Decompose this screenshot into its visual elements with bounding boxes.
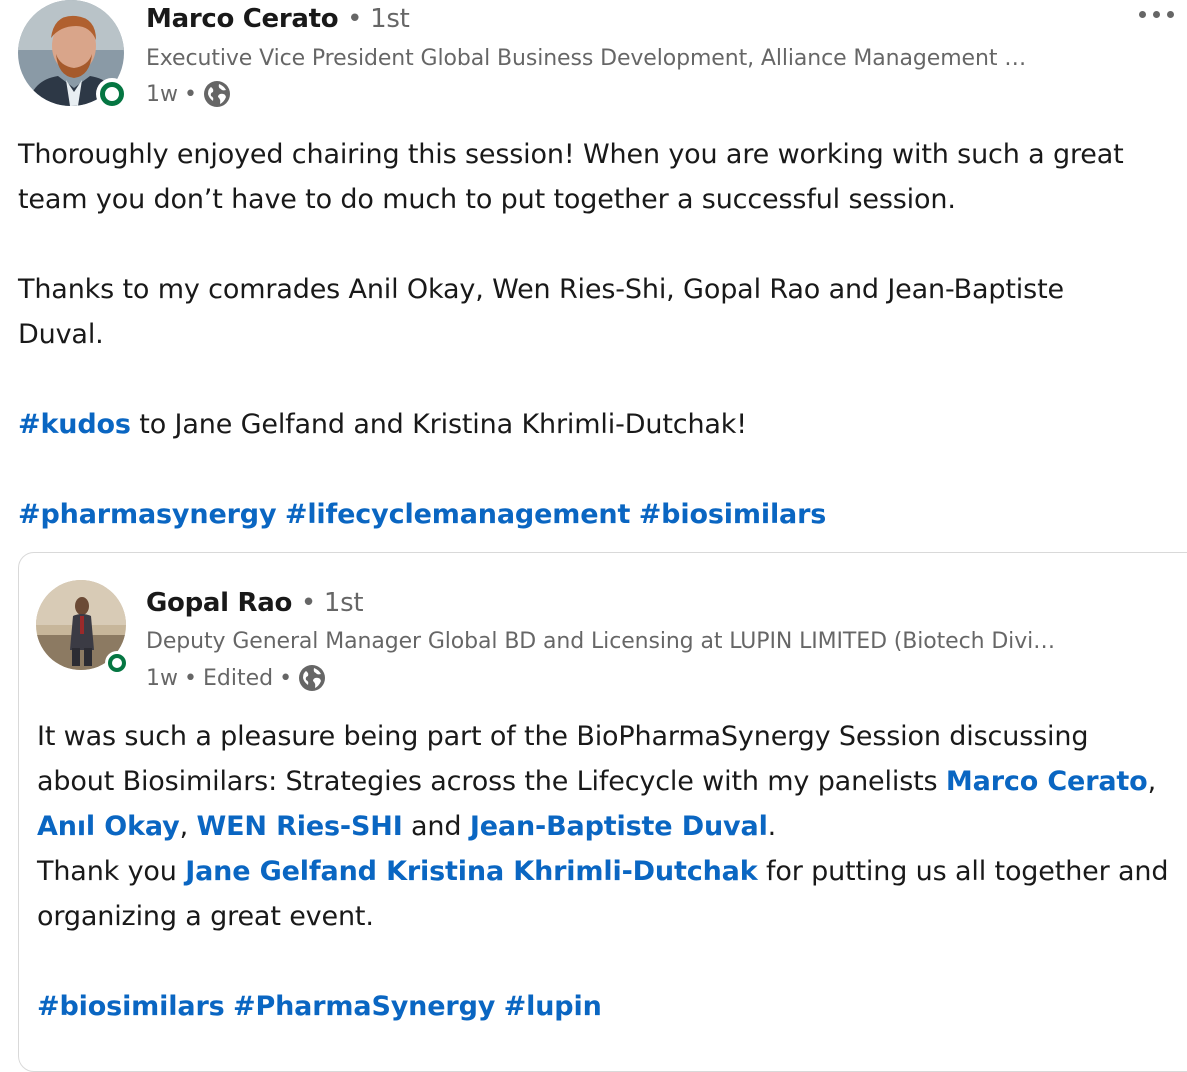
globe-icon	[203, 80, 231, 108]
ellipsis-icon	[1139, 11, 1146, 18]
author-headline: Executive Vice President Global Business…	[146, 46, 1027, 71]
hashtag-link[interactable]: #kudos	[18, 409, 131, 440]
mention-link[interactable]: Marco Cerato	[946, 766, 1148, 797]
post-time: 1w	[146, 81, 178, 107]
post-paragraph: #kudos to Jane Gelfand and Kristina Khri…	[18, 409, 747, 440]
reshared-author-name[interactable]: Gopal Rao • 1st	[146, 588, 364, 618]
hashtag-link[interactable]: #biosimilars	[639, 499, 827, 530]
connection-degree: 1st	[323, 588, 364, 618]
edited-label: Edited	[202, 665, 274, 691]
mention-link[interactable]: WEN Ries-SHI	[196, 811, 402, 842]
more-options-button[interactable]	[1139, 11, 1174, 18]
hashtag-line: #biosimilars #PharmaSynergy #lupin	[37, 984, 1172, 1029]
post-paragraph: Thank you Jane Gelfand Kristina Khrimli-…	[37, 856, 1169, 932]
hashtag-link[interactable]: #lifecyclemanagement	[285, 499, 631, 530]
globe-icon	[298, 664, 326, 692]
mention-link[interactable]: Jean-Baptiste Duval	[470, 811, 768, 842]
reshared-post-body: It was such a pleasure being part of the…	[37, 714, 1172, 1029]
post-body: Thoroughly enjoyed chairing this session…	[18, 132, 1178, 537]
post-paragraph: Thoroughly enjoyed chairing this session…	[18, 139, 1124, 215]
reshared-author-headline: Deputy General Manager Global BD and Lic…	[146, 629, 1056, 654]
hashtag-link[interactable]: #pharmasynergy	[18, 499, 277, 530]
post-paragraph: Thanks to my comrades Anil Okay, Wen Rie…	[18, 274, 1064, 350]
reshared-post-meta: 1w • Edited •	[146, 664, 326, 692]
post-meta: 1w •	[146, 80, 231, 108]
post-paragraph: It was such a pleasure being part of the…	[37, 721, 1157, 842]
presence-indicator	[96, 78, 128, 110]
connection-degree: 1st	[370, 4, 410, 34]
hashtag-link[interactable]: #biosimilars	[37, 991, 225, 1022]
mention-link[interactable]: Anıl Okay	[37, 811, 180, 842]
hashtag-link[interactable]: #PharmaSynergy	[233, 991, 495, 1022]
post-time: 1w	[146, 665, 178, 691]
author-name[interactable]: Marco Cerato • 1st	[146, 4, 410, 34]
mention-link[interactable]: Jane Gelfand Kristina Khrimli-Dutchak	[185, 856, 758, 887]
hashtag-line: #pharmasynergy #lifecyclemanagement #bio…	[18, 492, 1178, 537]
reshared-presence-indicator	[105, 651, 129, 675]
hashtag-link[interactable]: #lupin	[504, 991, 602, 1022]
